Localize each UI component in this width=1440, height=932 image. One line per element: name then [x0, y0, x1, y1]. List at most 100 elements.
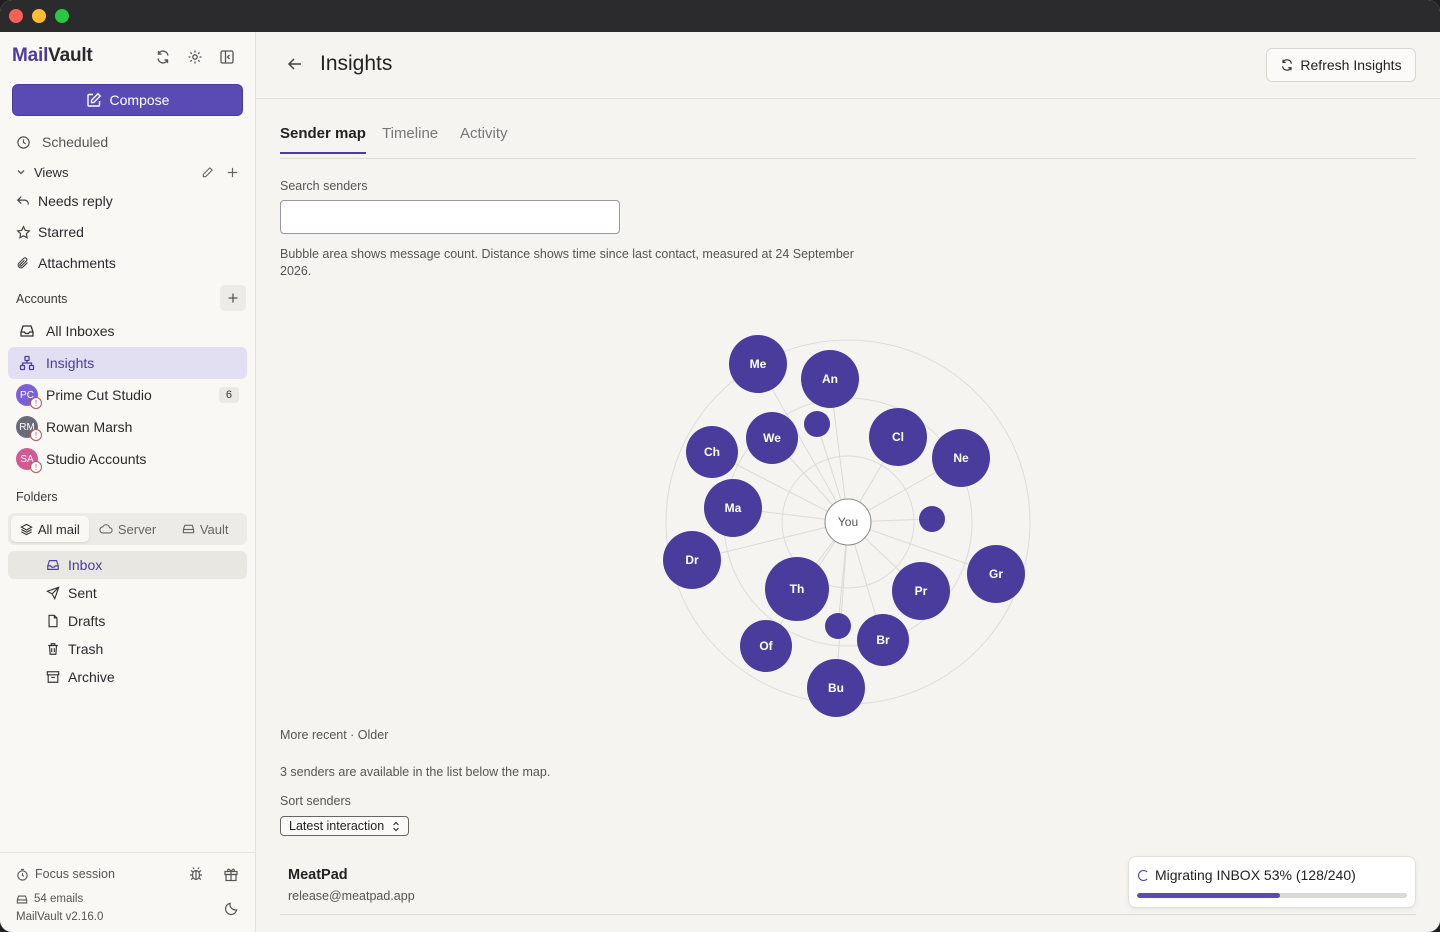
cloud-icon: [99, 524, 113, 534]
collapse-sidebar-icon[interactable]: [216, 46, 238, 68]
accounts-heading: Accounts: [16, 292, 68, 306]
sender-bubble-label: Ne: [953, 451, 969, 465]
vault-icon: [16, 895, 28, 903]
sidebar-item-label: Insights: [46, 355, 95, 371]
migration-toast: Migrating INBOX 53% (128/240): [1128, 856, 1416, 908]
spinner-icon: [1138, 870, 1149, 881]
senders-note: 3 senders are available in the list belo…: [280, 765, 551, 779]
sidebar-item-label: Rowan Marsh: [46, 419, 133, 435]
sidebar-item-label: Prime Cut Studio: [46, 387, 152, 403]
vault-icon: [182, 524, 195, 534]
avatar: PC!: [16, 384, 42, 409]
close-window-button[interactable]: [9, 9, 23, 23]
sidebar-item-account-prime-cut[interactable]: PC! Prime Cut Studio 6: [8, 380, 247, 410]
sidebar-item-needs-reply[interactable]: Needs reply: [8, 186, 247, 216]
send-icon: [46, 586, 60, 600]
folder-drafts[interactable]: Drafts: [8, 607, 247, 635]
sender-bubble-label: Cl: [892, 430, 904, 444]
compose-label: Compose: [109, 92, 170, 108]
sidebar-item-attachments[interactable]: Attachments: [8, 248, 247, 278]
sidebar-item-account-studio[interactable]: SA! Studio Accounts: [8, 444, 247, 474]
star-icon: [8, 224, 38, 240]
sender-bubble-label: Of: [759, 639, 773, 653]
moon-icon[interactable]: [224, 901, 239, 921]
file-icon: [48, 614, 58, 628]
archive-icon: [46, 671, 60, 683]
maximize-window-button[interactable]: [55, 9, 69, 23]
sort-label: Sort senders: [280, 794, 351, 808]
folder-sent[interactable]: Sent: [8, 579, 247, 607]
inbox-icon: [47, 560, 59, 570]
sender-bubble[interactable]: [804, 411, 830, 437]
app-logo: MailVault: [12, 45, 93, 66]
sidebar-item-insights[interactable]: Insights: [8, 347, 247, 379]
migration-status: Migrating INBOX 53% (128/240): [1155, 867, 1356, 883]
warning-icon: !: [30, 461, 42, 473]
you-label: You: [838, 515, 858, 529]
paperclip-icon: [8, 256, 38, 270]
map-legend: More recent · Older: [280, 728, 389, 742]
sync-icon[interactable]: [152, 46, 174, 68]
bug-icon[interactable]: [188, 866, 204, 887]
folder-archive[interactable]: Archive: [8, 663, 247, 691]
unread-count-badge: 6: [218, 387, 239, 403]
sidebar-item-scheduled[interactable]: Scheduled: [8, 127, 247, 157]
sidebar: MailVault Compose Scheduled Views Needs …: [0, 32, 256, 932]
scope-server[interactable]: Server: [89, 516, 167, 542]
folders-heading: Folders: [16, 490, 58, 504]
sender-bubble-label: Br: [876, 633, 890, 647]
sidebar-item-label: Starred: [38, 224, 84, 240]
sidebar-item-account-rowan[interactable]: RM! Rowan Marsh: [8, 412, 247, 442]
sidebar-item-starred[interactable]: Starred: [8, 217, 247, 247]
gift-icon[interactable]: [223, 866, 239, 887]
storage-stats: 54 emails: [16, 893, 83, 905]
focus-session-button[interactable]: Focus session: [16, 867, 115, 881]
sender-bubble-label: Pr: [915, 584, 928, 598]
migration-progress-fill: [1137, 893, 1281, 898]
sender-bubble-label: Th: [790, 582, 805, 596]
views-header[interactable]: Views: [8, 157, 247, 187]
folder-trash[interactable]: Trash: [8, 635, 247, 663]
plus-icon: [228, 293, 238, 303]
network-icon: [8, 355, 46, 371]
sidebar-item-all-inboxes[interactable]: All Inboxes: [8, 316, 247, 346]
sidebar-item-label: Scheduled: [42, 134, 109, 150]
title-bar: [0, 0, 1440, 32]
scope-all-mail[interactable]: All mail: [11, 516, 89, 542]
sender-email: release@meatpad.app: [288, 889, 415, 903]
sender-name[interactable]: MeatPad: [288, 867, 348, 883]
clock-icon: [8, 135, 38, 150]
scope-vault[interactable]: Vault: [166, 516, 244, 542]
sidebar-item-label: All Inboxes: [46, 323, 115, 339]
add-account-button[interactable]: [220, 285, 246, 311]
reply-icon: [8, 194, 38, 208]
pencil-icon[interactable]: [201, 166, 214, 179]
inbox-icon: [8, 323, 46, 339]
timer-icon: [17, 868, 28, 881]
trash-icon: [48, 643, 58, 655]
folder-inbox[interactable]: Inbox: [8, 551, 247, 579]
settings-icon[interactable]: [184, 46, 206, 68]
sort-senders-select[interactable]: Latest interaction: [280, 816, 410, 836]
layers-icon: [20, 523, 33, 535]
plus-icon[interactable]: [226, 166, 239, 179]
warning-icon: !: [30, 429, 42, 441]
chevron-down-icon: [8, 167, 34, 177]
folder-scope-switcher: All mail Server Vault: [8, 513, 247, 545]
sender-bubble[interactable]: [919, 506, 945, 532]
sender-bubble-label: Dr: [685, 553, 699, 567]
sender-bubble[interactable]: [825, 613, 851, 639]
minimize-window-button[interactable]: [32, 9, 46, 23]
sender-bubble-label: Me: [750, 357, 767, 371]
views-label: Views: [34, 164, 69, 180]
avatar: SA!: [16, 448, 42, 473]
sidebar-item-label: Attachments: [38, 255, 116, 271]
sender-bubble-label: Ma: [725, 501, 742, 515]
warning-icon: !: [30, 397, 42, 409]
avatar: RM!: [16, 416, 42, 441]
compose-button[interactable]: Compose: [12, 84, 243, 116]
sender-bubble-label: We: [763, 431, 781, 445]
sidebar-item-label: Studio Accounts: [46, 451, 147, 467]
sender-bubble-label: Bu: [828, 681, 844, 695]
sender-bubble-label: An: [822, 372, 838, 386]
